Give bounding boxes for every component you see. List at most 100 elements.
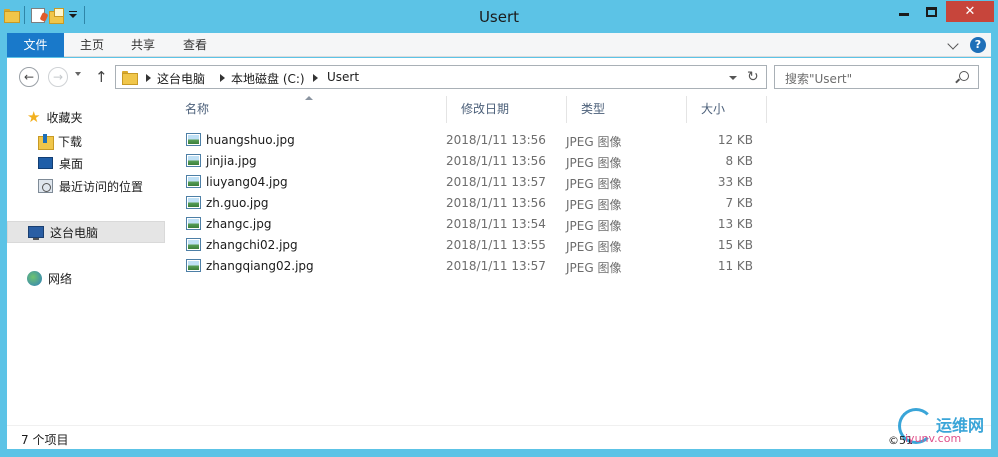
file-type: JPEG 图像 <box>566 219 622 233</box>
image-file-icon <box>186 217 201 230</box>
nav-item-this-pc[interactable]: 这台电脑 <box>7 221 165 243</box>
file-row[interactable]: zh.guo.jpg 2018/1/11 13:56 JPEG 图像 7 KB <box>171 193 771 214</box>
column-header-date[interactable]: 修改日期 <box>447 96 567 123</box>
file-date: 2018/1/11 13:56 <box>446 196 546 210</box>
ribbon-tabs: 文件 主页 共享 查看 ? <box>7 33 991 57</box>
breadcrumb-this-pc[interactable]: 这台电脑 <box>157 70 205 87</box>
title-bar: Usert ✕ <box>0 0 998 33</box>
image-file-icon <box>186 175 201 188</box>
search-icon[interactable] <box>959 71 969 81</box>
file-size: 11 KB <box>717 259 753 273</box>
file-size: 12 KB <box>717 133 753 147</box>
file-type: JPEG 图像 <box>566 198 622 212</box>
download-folder-icon <box>38 134 54 150</box>
minimize-icon <box>898 13 909 16</box>
breadcrumb-chevron-icon[interactable] <box>220 74 225 82</box>
image-file-icon <box>186 154 201 167</box>
file-type: JPEG 图像 <box>566 240 622 254</box>
nav-label: 最近访问的位置 <box>59 179 144 194</box>
nav-item-downloads[interactable]: 下载 <box>7 130 165 152</box>
breadcrumb-local-disk[interactable]: 本地磁盘 (C:) <box>231 70 305 87</box>
file-type: JPEG 图像 <box>566 135 622 149</box>
recent-places-icon <box>38 179 53 193</box>
minimize-button[interactable] <box>890 1 917 22</box>
tab-view[interactable]: 查看 <box>172 33 218 57</box>
nav-label: 收藏夹 <box>46 110 83 125</box>
back-arrow-icon: ← <box>23 70 35 84</box>
image-file-icon <box>186 259 201 272</box>
star-icon: ★ <box>27 107 41 126</box>
help-icon[interactable]: ? <box>970 37 986 53</box>
file-size: 8 KB <box>725 154 753 168</box>
column-header-type[interactable]: 类型 <box>567 96 687 123</box>
file-size: 7 KB <box>725 196 753 210</box>
file-name: zhangqiang02.jpg <box>206 259 314 273</box>
file-date: 2018/1/11 13:56 <box>446 154 546 168</box>
file-row[interactable]: zhangchi02.jpg 2018/1/11 13:55 JPEG 图像 1… <box>171 235 771 256</box>
nav-label: 网络 <box>48 271 73 286</box>
image-file-icon <box>186 196 201 209</box>
nav-item-favorites[interactable]: ★ 收藏夹 <box>7 106 165 128</box>
forward-arrow-icon: → <box>52 70 64 84</box>
file-type: JPEG 图像 <box>566 261 622 275</box>
tab-share[interactable]: 共享 <box>120 33 166 57</box>
column-header-name[interactable]: 名称 <box>171 96 447 123</box>
tab-file[interactable]: 文件 <box>7 33 64 57</box>
item-count: 7 个项目 <box>21 433 69 447</box>
watermark-url: iyunv.com <box>905 432 962 445</box>
file-row[interactable]: zhangc.jpg 2018/1/11 13:54 JPEG 图像 13 KB <box>171 214 771 235</box>
nav-label: 这台电脑 <box>50 225 99 240</box>
address-bar[interactable]: 这台电脑 本地磁盘 (C:) Usert ↻ <box>115 65 767 89</box>
file-date: 2018/1/11 13:56 <box>446 133 546 147</box>
file-date: 2018/1/11 13:55 <box>446 238 546 252</box>
navigation-pane: ★ 收藏夹 下载 桌面 最近访问的位置 这台电脑 网络 <box>7 96 171 425</box>
file-name: huangshuo.jpg <box>206 133 295 147</box>
back-button[interactable]: ← <box>19 67 39 87</box>
nav-label: 下载 <box>58 134 83 149</box>
breadcrumb-chevron-icon[interactable] <box>313 74 318 82</box>
file-name: zhangchi02.jpg <box>206 238 298 252</box>
file-size: 15 KB <box>717 238 753 252</box>
file-name: zh.guo.jpg <box>206 196 269 210</box>
file-size: 13 KB <box>717 217 753 231</box>
file-type: JPEG 图像 <box>566 156 622 170</box>
file-name: jinjia.jpg <box>206 154 257 168</box>
file-row[interactable]: zhangqiang02.jpg 2018/1/11 13:57 JPEG 图像… <box>171 256 771 277</box>
maximize-button[interactable] <box>918 1 945 22</box>
network-icon <box>27 270 42 286</box>
refresh-icon[interactable]: ↻ <box>747 69 759 85</box>
file-date: 2018/1/11 13:57 <box>446 175 546 189</box>
up-arrow-icon[interactable]: ↑ <box>95 68 108 86</box>
status-bar: 7 个项目 <box>7 425 991 449</box>
nav-label: 桌面 <box>59 156 84 171</box>
file-size: 33 KB <box>717 175 753 189</box>
search-input[interactable]: 搜索"Usert" <box>774 65 979 89</box>
file-list: 名称 修改日期 类型 大小 huangshuo.jpg 2018/1/11 13… <box>171 96 991 425</box>
file-date: 2018/1/11 13:54 <box>446 217 546 231</box>
computer-icon <box>28 226 44 240</box>
file-row[interactable]: jinjia.jpg 2018/1/11 13:56 JPEG 图像 8 KB <box>171 151 771 172</box>
tab-home[interactable]: 主页 <box>64 33 120 57</box>
column-header-size[interactable]: 大小 <box>687 96 767 123</box>
nav-item-network[interactable]: 网络 <box>7 267 165 289</box>
file-type: JPEG 图像 <box>566 177 622 191</box>
close-icon: ✕ <box>964 4 976 19</box>
image-file-icon <box>186 238 201 251</box>
nav-item-desktop[interactable]: 桌面 <box>7 152 165 174</box>
expand-ribbon-chevron-icon[interactable] <box>947 38 959 50</box>
folder-icon <box>122 71 138 85</box>
file-row[interactable]: liuyang04.jpg 2018/1/11 13:57 JPEG 图像 33… <box>171 172 771 193</box>
main-body: ★ 收藏夹 下载 桌面 最近访问的位置 这台电脑 网络 名称 修改日期 类型 大… <box>7 96 991 425</box>
desktop-icon <box>38 157 53 169</box>
recent-locations-dropdown-icon[interactable] <box>75 72 81 76</box>
forward-button[interactable]: → <box>48 67 68 87</box>
search-placeholder: 搜索"Usert" <box>785 72 853 86</box>
address-dropdown-icon[interactable] <box>729 76 737 80</box>
breadcrumb-chevron-icon[interactable] <box>146 74 151 82</box>
nav-item-recent[interactable]: 最近访问的位置 <box>7 175 165 197</box>
breadcrumb-usert[interactable]: Usert <box>327 70 359 84</box>
explorer-window: Usert ✕ 文件 主页 共享 查看 ? ← → ↑ 这台电脑 本地磁盘 (C… <box>0 0 998 457</box>
file-row[interactable]: huangshuo.jpg 2018/1/11 13:56 JPEG 图像 12… <box>171 130 771 151</box>
file-name: zhangc.jpg <box>206 217 272 231</box>
close-button[interactable]: ✕ <box>946 1 994 22</box>
